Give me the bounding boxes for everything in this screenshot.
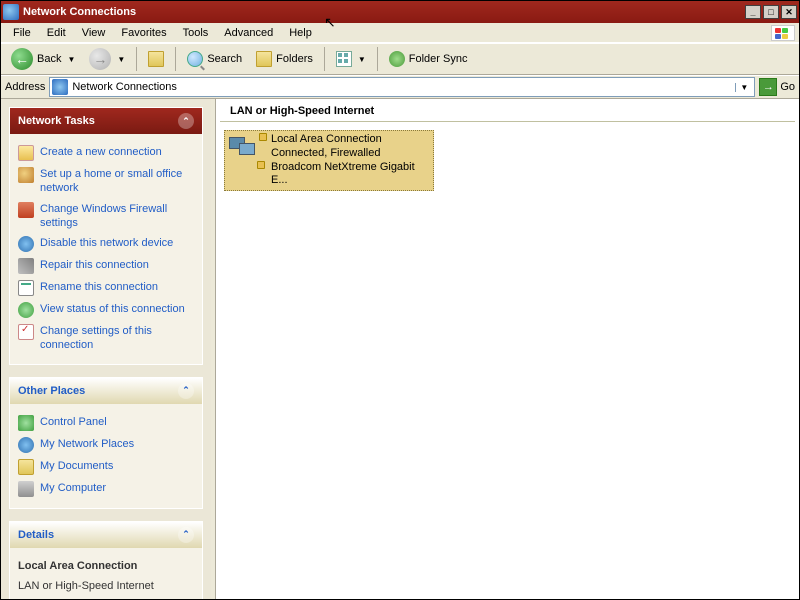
connection-item[interactable]: Local Area Connection Connected, Firewal…: [224, 130, 434, 191]
network-tasks-header[interactable]: Network Tasks ⌃: [10, 108, 202, 134]
disable-icon: [18, 236, 34, 252]
link-network-places[interactable]: My Network Places: [16, 434, 196, 456]
computer-icon: [18, 481, 34, 497]
task-firewall[interactable]: Change Windows Firewall settings: [16, 199, 196, 234]
go-arrow-icon: →: [759, 78, 777, 96]
chevron-down-icon: ▼: [67, 55, 75, 64]
new-connection-icon: [18, 145, 34, 161]
close-button[interactable]: ✕: [781, 5, 797, 19]
details-type: LAN or High-Speed Internet: [18, 579, 154, 593]
separator: [175, 47, 176, 71]
details-panel: Details ⌃ Local Area Connection LAN or H…: [9, 521, 203, 599]
task-settings[interactable]: Change settings of this connection: [16, 321, 196, 356]
folder-sync-button[interactable]: Folder Sync: [383, 47, 474, 71]
maximize-button[interactable]: □: [763, 5, 779, 19]
status-icon: [18, 302, 34, 318]
connection-icon: [227, 133, 267, 169]
go-label: Go: [780, 81, 795, 93]
link-my-computer[interactable]: My Computer: [16, 478, 196, 500]
address-bar: Address Network Connections ▼ → Go: [1, 75, 799, 99]
settings-icon: [18, 324, 34, 340]
views-button[interactable]: ▼: [330, 47, 372, 71]
folder-sync-label: Folder Sync: [409, 53, 468, 65]
titlebar[interactable]: Network Connections _ □ ✕: [1, 1, 799, 23]
separator: [377, 47, 378, 71]
home-network-icon: [18, 167, 34, 183]
back-label: Back: [37, 53, 61, 65]
repair-icon: [18, 258, 34, 274]
documents-icon: [18, 459, 34, 475]
toolbar: ← Back ▼ → ▼ Search Folders ▼ Folder Syn…: [1, 43, 799, 75]
address-label: Address: [5, 81, 45, 93]
task-status[interactable]: View status of this connection: [16, 299, 196, 321]
firewall-icon: [18, 202, 34, 218]
group-header: LAN or High-Speed Internet: [220, 99, 795, 122]
search-button[interactable]: Search: [181, 47, 248, 71]
menu-tools[interactable]: Tools: [175, 25, 217, 41]
task-create-connection[interactable]: Create a new connection: [16, 142, 196, 164]
network-places-icon: [18, 437, 34, 453]
network-tasks-panel: Network Tasks ⌃ Create a new connection …: [9, 107, 203, 365]
folders-label: Folders: [276, 53, 313, 65]
views-icon: [336, 51, 352, 67]
link-control-panel[interactable]: Control Panel: [16, 412, 196, 434]
separator: [324, 47, 325, 71]
connection-status: Connected, Firewalled: [271, 147, 431, 161]
menu-view[interactable]: View: [74, 25, 114, 41]
sync-icon: [389, 51, 405, 67]
menubar: File Edit View Favorites Tools Advanced …: [1, 23, 799, 43]
task-rename[interactable]: Rename this connection: [16, 277, 196, 299]
separator: [136, 47, 137, 71]
task-repair[interactable]: Repair this connection: [16, 255, 196, 277]
netconn-icon: [52, 79, 68, 95]
windows-flag-icon: [771, 25, 795, 41]
chevron-up-icon: ⌃: [178, 113, 194, 129]
connection-name: Local Area Connection: [271, 133, 431, 147]
link-my-documents[interactable]: My Documents: [16, 456, 196, 478]
back-button[interactable]: ← Back ▼: [5, 44, 81, 74]
address-value: Network Connections: [72, 81, 177, 93]
folder-up-icon: [148, 51, 164, 67]
chevron-down-icon: ▼: [358, 55, 366, 64]
search-icon: [187, 51, 203, 67]
menu-advanced[interactable]: Advanced: [216, 25, 281, 41]
chevron-down-icon[interactable]: ▼: [735, 83, 752, 92]
forward-arrow-icon: →: [89, 48, 111, 70]
window-title: Network Connections: [23, 6, 743, 18]
main-pane[interactable]: LAN or High-Speed Internet Local Area Co…: [215, 99, 799, 599]
other-places-header[interactable]: Other Places ⌃: [10, 378, 202, 404]
panel-title: Network Tasks: [18, 115, 95, 127]
forward-button[interactable]: → ▼: [83, 44, 131, 74]
minimize-button[interactable]: _: [745, 5, 761, 19]
back-arrow-icon: ←: [11, 48, 33, 70]
menu-help[interactable]: Help: [281, 25, 320, 41]
menu-edit[interactable]: Edit: [39, 25, 74, 41]
folders-button[interactable]: Folders: [250, 47, 319, 71]
search-label: Search: [207, 53, 242, 65]
folders-icon: [256, 51, 272, 67]
address-input[interactable]: Network Connections ▼: [49, 77, 755, 97]
task-setup-network[interactable]: Set up a home or small office network: [16, 164, 196, 199]
details-name: Local Area Connection: [18, 559, 137, 573]
menu-favorites[interactable]: Favorites: [113, 25, 174, 41]
menu-file[interactable]: File: [5, 25, 39, 41]
chevron-up-icon: ⌃: [178, 527, 194, 543]
go-button[interactable]: → Go: [759, 78, 795, 96]
details-header[interactable]: Details ⌃: [10, 522, 202, 548]
control-panel-icon: [18, 415, 34, 431]
panel-title: Details: [18, 529, 54, 541]
up-button[interactable]: [142, 47, 170, 71]
panel-title: Other Places: [18, 385, 85, 397]
netconn-icon: [3, 4, 19, 20]
sidebar: Network Tasks ⌃ Create a new connection …: [1, 99, 211, 599]
connection-device: Broadcom NetXtreme Gigabit E...: [271, 161, 431, 189]
other-places-panel: Other Places ⌃ Control Panel My Network …: [9, 377, 203, 509]
chevron-down-icon: ▼: [117, 55, 125, 64]
task-disable[interactable]: Disable this network device: [16, 233, 196, 255]
rename-icon: [18, 280, 34, 296]
chevron-up-icon: ⌃: [178, 383, 194, 399]
